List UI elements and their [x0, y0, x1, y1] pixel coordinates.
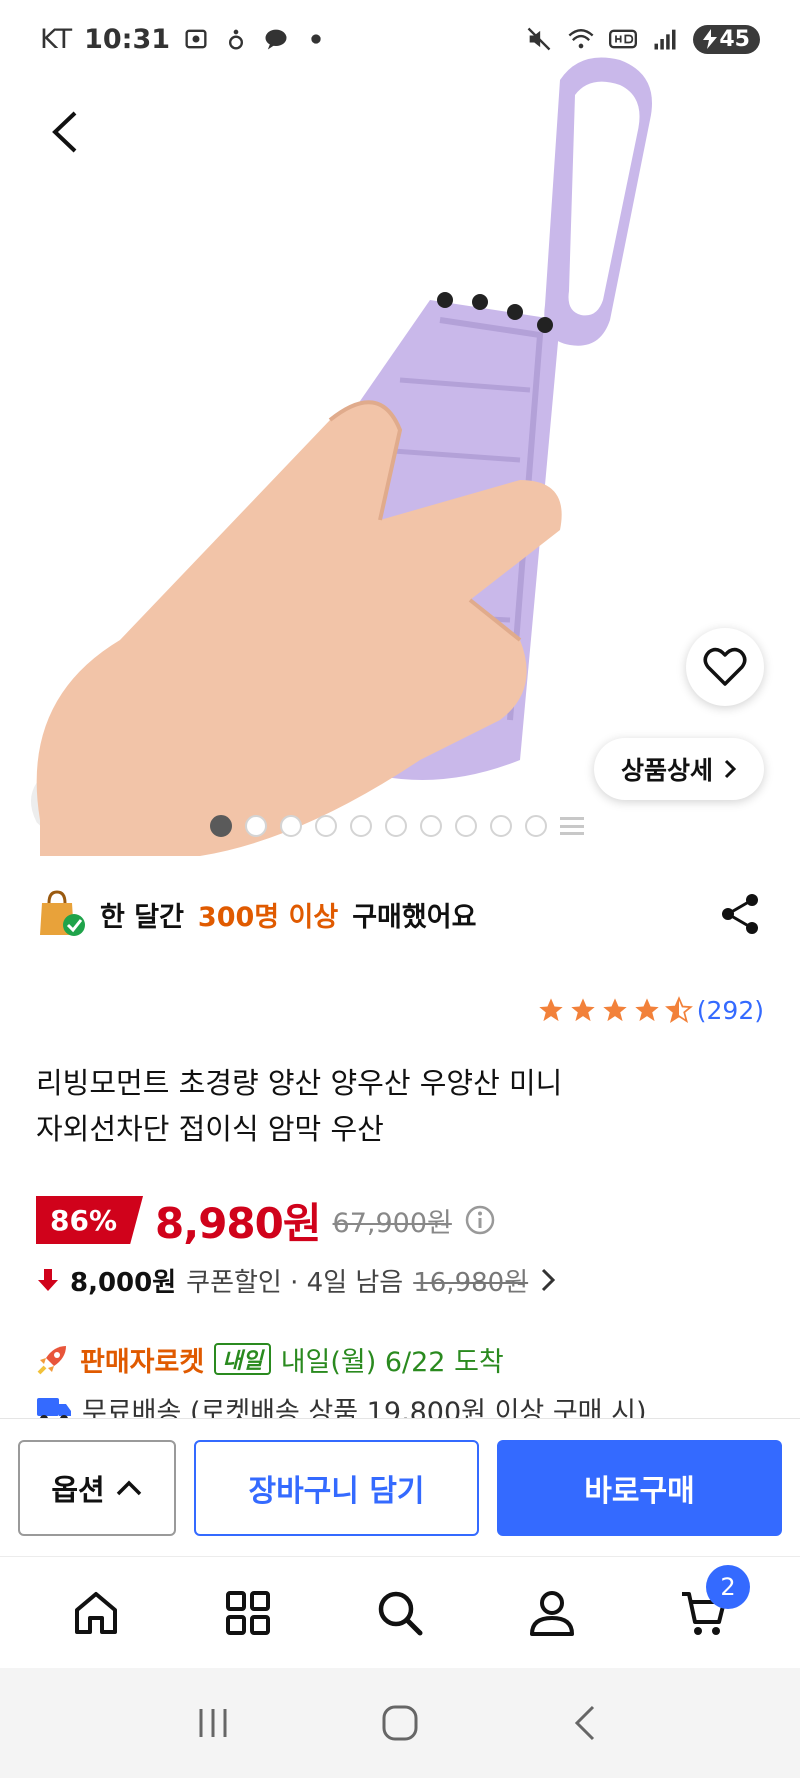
option-button[interactable]: 옵션: [18, 1439, 176, 1536]
notification-icon: [229, 29, 244, 50]
product-title: 리빙모먼트 초경량 양산 양우산 우양산 미니 자외선차단 접이식 암막 우산: [36, 1060, 736, 1152]
carousel-dot[interactable]: [490, 815, 512, 837]
charging-icon: [703, 29, 718, 49]
carousel-pagination[interactable]: [210, 815, 584, 837]
product-detail-button[interactable]: 상품상세: [594, 738, 764, 800]
carousel-dot[interactable]: [315, 815, 337, 837]
mute-icon: [528, 27, 551, 51]
home-icon: [75, 1591, 117, 1634]
wishlist-button[interactable]: [686, 628, 764, 706]
grid-icon: [226, 1590, 270, 1635]
carousel-dot[interactable]: [455, 815, 477, 837]
option-label: 옵션: [51, 1472, 105, 1507]
system-navigation-bar: [0, 1668, 800, 1778]
sale-price: 8,980원: [155, 1198, 321, 1248]
nav-my-account[interactable]: [512, 1573, 592, 1653]
star-full-icon: [571, 998, 595, 1022]
nav-categories[interactable]: [208, 1573, 288, 1653]
more-dot-icon: [311, 34, 321, 44]
share-icon: [722, 894, 758, 934]
product-title-line: 자외선차단 접이식 암막 우산: [36, 1112, 384, 1146]
nav-search[interactable]: [360, 1573, 440, 1653]
monthly-purchase-banner: 한 달간 300명 이상 구매했어요: [36, 886, 764, 942]
share-button[interactable]: [716, 890, 764, 938]
home-system-button[interactable]: [368, 1691, 432, 1755]
purchase-suffix: 구매했어요: [352, 901, 477, 933]
rocket-icon: [37, 1346, 66, 1375]
tomorrow-badge: 내일: [214, 1343, 271, 1375]
chat-icon: [265, 29, 287, 50]
star-full-icon: [635, 998, 659, 1022]
bottom-navigation: 2: [0, 1556, 800, 1668]
carousel-dot[interactable]: [210, 815, 232, 837]
nav-home[interactable]: [56, 1573, 136, 1653]
coupon-discount-row[interactable]: 8,000원 쿠폰할인 · 4일 남음 16,980원: [36, 1256, 558, 1304]
nav-cart[interactable]: 2: [664, 1564, 750, 1653]
back-button[interactable]: [36, 104, 92, 160]
home-circle-icon: [382, 1705, 418, 1741]
search-icon: [378, 1591, 423, 1635]
screenshot-icon: [185, 29, 207, 49]
gallery-grid-icon[interactable]: [560, 815, 584, 837]
clock: 10:31: [84, 23, 171, 55]
price-block: 86% 8,980원 67,900원: [36, 1192, 496, 1248]
product-image-carousel[interactable]: KT 10:31 45 상품상세: [0, 0, 800, 856]
buy-now-button[interactable]: 바로구매: [497, 1439, 782, 1536]
arrival-date: 내일(월) 6/22 도착: [280, 1346, 504, 1378]
recent-apps-icon: [199, 1709, 227, 1737]
coupon-amount: 8,000원: [70, 1267, 177, 1298]
carrier-label: KT: [40, 23, 73, 55]
carousel-dot[interactable]: [385, 815, 407, 837]
chevron-right-icon: [542, 1268, 556, 1292]
discount-badge: 86%: [36, 1196, 144, 1244]
rocket-label: 판매자로켓: [80, 1346, 205, 1378]
back-chevron-icon: [574, 1705, 594, 1741]
carousel-dot[interactable]: [420, 815, 442, 837]
back-system-button[interactable]: [555, 1691, 619, 1755]
person-icon: [530, 1590, 574, 1636]
coupon-text: 쿠폰할인 · 4일 남음: [186, 1267, 404, 1298]
carousel-dot[interactable]: [280, 815, 302, 837]
purchase-count: 300명 이상: [197, 901, 339, 933]
purchase-prefix: 한 달간: [100, 901, 184, 933]
down-arrow-icon: [38, 1269, 58, 1291]
product-title-line: 리빙모먼트 초경량 양산 양우산 우양산 미니: [36, 1066, 563, 1100]
rating-summary[interactable]: (292): [537, 990, 764, 1030]
purchase-action-bar: 옵션 장바구니 담기 바로구매: [0, 1418, 800, 1556]
delivery-info: 판매자로켓 내일 내일(월) 6/22 도착: [36, 1334, 504, 1384]
recent-apps-button[interactable]: [181, 1691, 245, 1755]
star-full-icon: [603, 998, 627, 1022]
battery-level: 45: [719, 26, 750, 52]
cart-count-badge: 2: [706, 1564, 750, 1609]
signal-icon: [654, 29, 676, 50]
review-count[interactable]: (292): [697, 996, 764, 1025]
wifi-icon: [568, 29, 594, 49]
status-bar: KT 10:31 45: [0, 0, 800, 78]
info-icon[interactable]: [464, 1204, 496, 1236]
carousel-dot[interactable]: [245, 815, 267, 837]
back-arrow-icon: [52, 111, 77, 153]
add-to-cart-button[interactable]: 장바구니 담기: [194, 1439, 479, 1536]
star-full-icon: [539, 998, 563, 1022]
hd-voice-icon: [609, 29, 638, 49]
carousel-dot[interactable]: [350, 815, 372, 837]
shopping-bag-icon: [40, 890, 85, 936]
battery-indicator: 45: [693, 24, 760, 54]
coupon-struck-price: 16,980원: [413, 1267, 529, 1298]
original-price: 67,900원: [332, 1207, 452, 1239]
carousel-dot[interactable]: [525, 815, 547, 837]
chevron-up-icon: [116, 1480, 141, 1495]
chevron-right-icon: [724, 759, 737, 779]
product-detail-label: 상품상세: [620, 756, 713, 785]
product-image: [31, 57, 652, 856]
heart-icon: [703, 647, 747, 686]
star-half-icon: [664, 996, 693, 1024]
